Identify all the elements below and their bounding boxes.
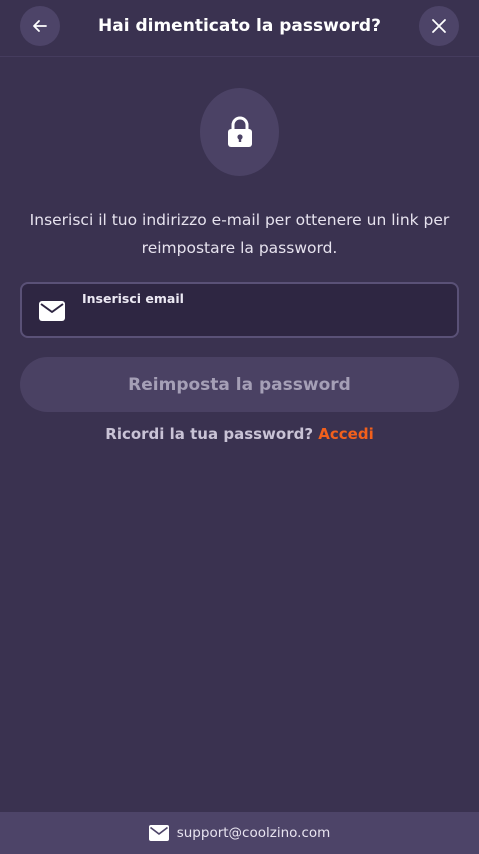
page-title: Hai dimenticato la password? <box>98 16 381 36</box>
remember-password-row: Ricordi la tua password? Accedi <box>20 425 459 443</box>
remember-prompt: Ricordi la tua password? <box>105 425 314 443</box>
reset-password-button[interactable]: Reimposta la password <box>20 357 459 412</box>
email-label: Inserisci email <box>82 291 184 306</box>
support-email: support@coolzino.com <box>176 825 331 841</box>
lock-icon <box>225 115 255 149</box>
close-icon <box>431 18 447 34</box>
header: Hai dimenticato la password? <box>0 0 479 57</box>
arrow-left-icon <box>31 17 49 35</box>
support-email-link[interactable]: support@coolzino.com <box>148 825 331 841</box>
envelope-icon <box>148 825 169 841</box>
email-field[interactable]: Inserisci email <box>20 282 459 338</box>
lock-badge <box>200 88 279 176</box>
instructions-text: Inserisci il tuo indirizzo e-mail per ot… <box>29 211 450 257</box>
close-button[interactable] <box>419 6 459 46</box>
login-link[interactable]: Accedi <box>318 425 373 443</box>
envelope-icon <box>39 301 65 321</box>
back-button[interactable] <box>20 6 60 46</box>
footer: support@coolzino.com <box>0 812 479 854</box>
email-input[interactable] <box>80 308 444 334</box>
